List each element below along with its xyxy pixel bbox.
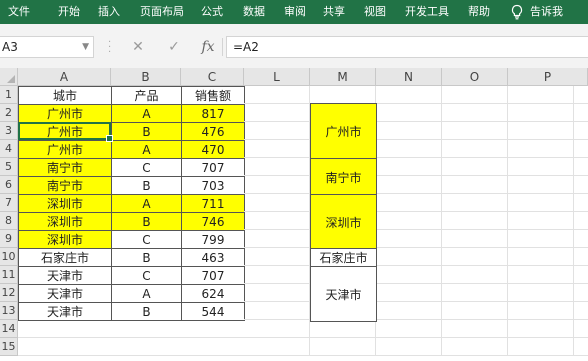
row-header[interactable]: 13 xyxy=(0,302,18,320)
row-header[interactable]: 1 xyxy=(0,86,18,104)
table-cell[interactable]: B xyxy=(111,248,182,267)
row-header[interactable]: 3 xyxy=(0,122,18,140)
table-cell[interactable]: 天津市 xyxy=(18,302,112,321)
column-header-c[interactable]: C xyxy=(181,68,244,86)
table-cell[interactable]: 711 xyxy=(181,194,245,213)
row-header[interactable]: 4 xyxy=(0,140,18,158)
table-cell[interactable]: B xyxy=(111,212,182,231)
table-cell[interactable]: 463 xyxy=(181,248,245,267)
table-cell[interactable]: A xyxy=(111,104,182,123)
row-header[interactable]: 2 xyxy=(0,104,18,122)
table-cell[interactable]: 深圳市 xyxy=(18,212,112,231)
row-header[interactable]: 12 xyxy=(0,284,18,302)
tab-data[interactable]: 数据 xyxy=(243,0,265,24)
header-cell-city[interactable]: 城市 xyxy=(18,86,112,105)
ribbon-menu: 文件 开始 插入 页面布局 公式 数据 审阅 共享 视图 开发工具 帮助 告诉我 xyxy=(0,0,588,24)
tab-formulas[interactable]: 公式 xyxy=(201,0,223,24)
empty-grid-area[interactable] xyxy=(18,320,244,356)
row-header[interactable]: 8 xyxy=(0,212,18,230)
table-cell[interactable]: 707 xyxy=(181,266,245,285)
header-cell-product[interactable]: 产品 xyxy=(111,86,182,105)
table-cell[interactable]: 广州市 xyxy=(18,104,112,123)
table-cell[interactable]: 703 xyxy=(181,176,245,195)
name-box[interactable]: A3 ▼ xyxy=(0,36,94,58)
row-header[interactable]: 15 xyxy=(0,338,18,356)
table-cell[interactable]: C xyxy=(111,230,182,249)
tab-file[interactable]: 文件 xyxy=(8,0,30,24)
formula-input[interactable]: =A2 xyxy=(226,36,588,58)
table-cell[interactable]: 544 xyxy=(181,302,245,321)
table-cell[interactable]: 476 xyxy=(181,122,245,141)
column-header-p[interactable]: P xyxy=(508,68,588,86)
tab-view[interactable]: 视图 xyxy=(364,0,386,24)
lightbulb-icon[interactable] xyxy=(509,4,525,20)
row-header[interactable]: 11 xyxy=(0,266,18,284)
column-header-a[interactable]: A xyxy=(18,68,111,86)
enter-check-icon[interactable]: ✓ xyxy=(162,36,186,58)
table-cell[interactable]: 石家庄市 xyxy=(18,248,112,267)
row-header[interactable]: 9 xyxy=(0,230,18,248)
table-cell[interactable]: 南宁市 xyxy=(18,176,112,195)
row-header[interactable]: 14 xyxy=(0,320,18,338)
tell-me-search[interactable]: 告诉我 xyxy=(530,0,563,24)
table-cell[interactable]: 799 xyxy=(181,230,245,249)
tab-developer[interactable]: 开发工具 xyxy=(405,0,449,24)
merged-cell-tianjin[interactable]: 天津市 xyxy=(310,266,377,322)
table-cell[interactable]: A xyxy=(111,284,182,303)
tab-page-layout[interactable]: 页面布局 xyxy=(140,0,184,24)
table-cell[interactable]: 广州市 xyxy=(18,140,112,159)
row-header[interactable]: 7 xyxy=(0,194,18,212)
name-box-value: A3 xyxy=(2,40,18,54)
column-header-b[interactable]: B xyxy=(111,68,181,86)
column-header-m[interactable]: M xyxy=(310,68,376,86)
empty-grid-area[interactable] xyxy=(244,86,588,356)
table-cell[interactable]: 707 xyxy=(181,158,245,177)
merged-cell-shenzhen[interactable]: 深圳市 xyxy=(310,194,377,250)
table-cell[interactable]: 广州市 xyxy=(18,122,112,141)
table-cell[interactable]: 天津市 xyxy=(18,266,112,285)
table-cell[interactable]: C xyxy=(111,158,182,177)
table-cell[interactable]: 天津市 xyxy=(18,284,112,303)
table-cell[interactable]: C xyxy=(111,266,182,285)
column-header-o[interactable]: O xyxy=(442,68,508,86)
spreadsheet-grid: A B C L M N O P 1 2 3 4 5 6 7 8 9 10 11 … xyxy=(0,68,588,361)
insert-function-icon[interactable]: fx xyxy=(196,36,220,58)
table-cell[interactable]: 746 xyxy=(181,212,245,231)
merged-cell-nanning[interactable]: 南宁市 xyxy=(310,158,377,196)
tab-help[interactable]: 帮助 xyxy=(468,0,490,24)
row-header[interactable]: 10 xyxy=(0,248,18,266)
cancel-icon[interactable]: ✕ xyxy=(126,36,150,58)
tab-home[interactable]: 开始 xyxy=(58,0,80,24)
column-header-l[interactable]: L xyxy=(244,68,310,86)
select-all-corner[interactable] xyxy=(0,68,18,86)
table-cell[interactable]: 624 xyxy=(181,284,245,303)
tab-insert[interactable]: 插入 xyxy=(98,0,120,24)
table-cell[interactable]: 470 xyxy=(181,140,245,159)
formula-separator xyxy=(222,38,223,56)
table-cell[interactable]: B xyxy=(111,302,182,321)
formula-bar-area: A3 ▼ · · · ✕ ✓ fx =A2 xyxy=(0,24,588,68)
merged-cell-shijiazhuang[interactable]: 石家庄市 xyxy=(310,248,377,267)
row-header[interactable]: 5 xyxy=(0,158,18,176)
tab-review[interactable]: 审阅 xyxy=(284,0,306,24)
table-cell[interactable]: B xyxy=(111,176,182,195)
table-cell[interactable]: A xyxy=(111,194,182,213)
column-header-n[interactable]: N xyxy=(376,68,442,86)
table-cell[interactable]: 深圳市 xyxy=(18,194,112,213)
row-header[interactable]: 6 xyxy=(0,176,18,194)
table-cell[interactable]: 深圳市 xyxy=(18,230,112,249)
table-cell[interactable]: 南宁市 xyxy=(18,158,112,177)
header-cell-sales[interactable]: 销售额 xyxy=(181,86,245,105)
tab-share[interactable]: 共享 xyxy=(323,0,345,24)
grip-handle-icon[interactable]: · · · xyxy=(108,38,111,58)
merged-cell-guangzhou[interactable]: 广州市 xyxy=(310,103,377,159)
table-cell[interactable]: A xyxy=(111,140,182,159)
chevron-down-icon[interactable]: ▼ xyxy=(82,37,89,57)
table-cell[interactable]: B xyxy=(111,122,182,141)
table-cell[interactable]: 817 xyxy=(181,104,245,123)
